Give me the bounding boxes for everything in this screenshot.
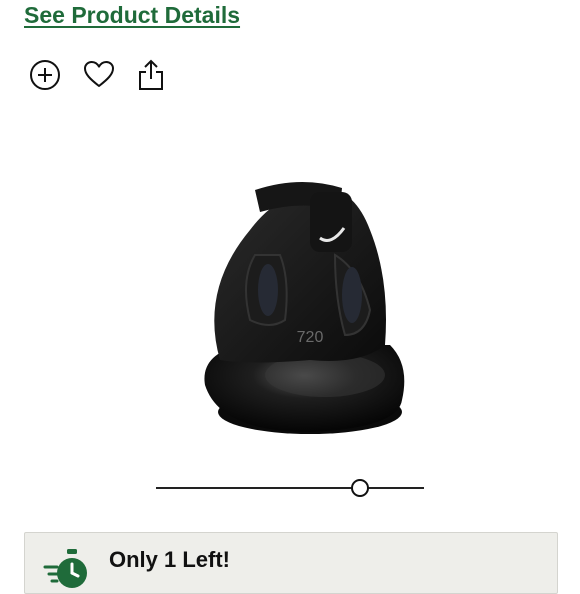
see-product-details-link[interactable]: See Product Details [24, 2, 240, 29]
share-icon [139, 59, 163, 90]
slider-track [156, 487, 424, 489]
product-image: 720 [160, 170, 430, 450]
shoe-logo-text: 720 [297, 329, 324, 346]
shoe-image: 720 [204, 181, 405, 434]
stock-banner: Only 1 Left! [24, 532, 558, 594]
add-icon [30, 60, 60, 90]
image-slider[interactable] [156, 476, 424, 500]
share-button[interactable] [134, 58, 168, 92]
favorite-button[interactable] [82, 58, 116, 92]
heart-icon [84, 61, 114, 87]
stock-message: Only 1 Left! [109, 547, 231, 572]
slider-thumb[interactable] [350, 479, 369, 497]
stopwatch-icon [43, 545, 91, 593]
add-button[interactable] [28, 58, 62, 92]
